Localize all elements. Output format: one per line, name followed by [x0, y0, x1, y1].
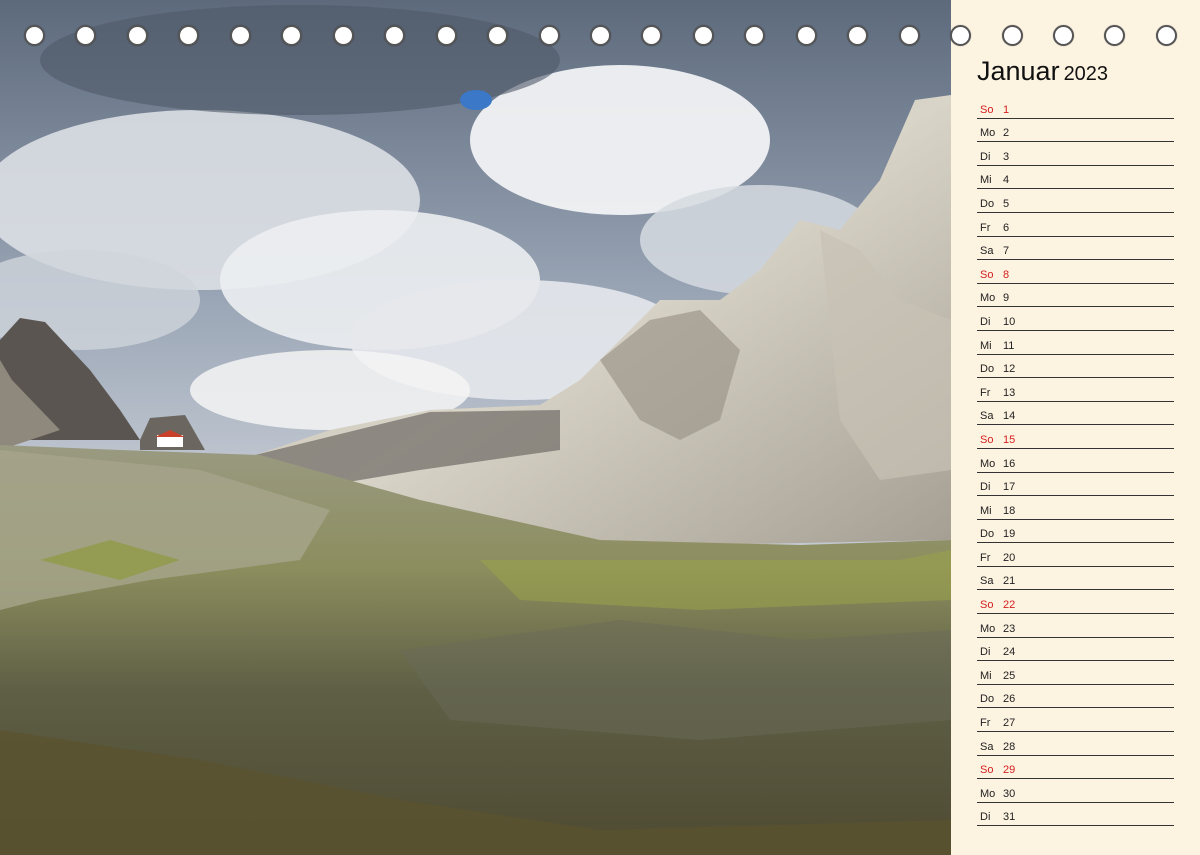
day-number: 16	[1003, 457, 1016, 470]
weekday-label: So	[980, 599, 994, 612]
day-row: Mo 16	[977, 449, 1174, 473]
day-number: 13	[1003, 386, 1016, 399]
day-row: Do 5	[977, 189, 1174, 213]
day-row: Sa 21	[977, 567, 1174, 591]
weekday-label: So	[980, 103, 994, 116]
weekday-label: Mi	[980, 339, 992, 352]
day-row: So 22	[977, 590, 1174, 615]
day-number: 6	[1003, 221, 1010, 234]
day-row: Sa 7	[977, 237, 1174, 261]
weekday-label: Di	[980, 315, 991, 328]
weekday-label: Fr	[980, 386, 991, 399]
day-row: Mi 18	[977, 496, 1174, 520]
weekday-label: So	[980, 433, 994, 446]
day-row: Di 17	[977, 473, 1174, 497]
weekday-label: Mi	[980, 669, 992, 682]
day-number: 26	[1003, 693, 1016, 706]
day-row: Mi 11	[977, 331, 1174, 355]
weekday-label: Do	[980, 197, 995, 210]
weekday-label: Mo	[980, 787, 996, 800]
day-row: Fr 13	[977, 378, 1174, 402]
day-number: 31	[1003, 811, 1016, 824]
day-number: 18	[1003, 504, 1016, 517]
weekday-label: Mo	[980, 457, 996, 470]
weekday-label: Mo	[980, 292, 996, 305]
day-number: 15	[1003, 433, 1016, 446]
day-number: 9	[1003, 292, 1010, 305]
day-row: Di 24	[977, 638, 1174, 662]
day-number: 29	[1003, 764, 1016, 777]
day-number: 20	[1003, 551, 1016, 564]
day-number: 12	[1003, 363, 1016, 376]
day-row: So 1	[977, 95, 1174, 119]
day-number: 5	[1003, 197, 1010, 210]
day-number: 7	[1003, 245, 1010, 258]
day-row: Fr 6	[977, 213, 1174, 237]
day-row: So 15	[977, 425, 1174, 449]
day-number: 30	[1003, 787, 1016, 800]
day-row: Mo 9	[977, 284, 1174, 308]
day-number: 8	[1003, 268, 1010, 281]
day-number: 17	[1003, 481, 1016, 494]
weekday-label: Sa	[980, 245, 994, 258]
day-number: 22	[1003, 599, 1016, 612]
weekday-label: Do	[980, 693, 995, 706]
day-row: Mo 23	[977, 614, 1174, 638]
day-list: So 1 Mo 2 Di 3 Mi 4 Do 5 Fr 6 Sa 7 So 8 Mo 9 Di 10 Mi 11 Do 12 F…	[977, 95, 1174, 827]
year-label: 2023	[1063, 63, 1109, 85]
day-row: Di 31	[977, 803, 1174, 827]
day-number: 14	[1003, 410, 1016, 423]
day-number: 10	[1003, 315, 1016, 328]
weekday-label: So	[980, 268, 994, 281]
weekday-label: Do	[980, 528, 995, 541]
day-number: 24	[1003, 646, 1016, 659]
day-row: Fr 27	[977, 708, 1174, 733]
day-row: Sa 28	[977, 732, 1174, 756]
weekday-label: Di	[980, 150, 991, 163]
weekday-label: Fr	[980, 221, 991, 234]
day-row: Mi 4	[977, 166, 1174, 190]
day-row: Do 12	[977, 355, 1174, 379]
day-number: 11	[1003, 339, 1015, 352]
day-row: So 29	[977, 756, 1174, 780]
month-name: Januar	[977, 56, 1060, 86]
month-title: Januar 2023	[977, 56, 1108, 90]
day-row: Fr 20	[977, 543, 1174, 567]
weekday-label: Mo	[980, 127, 996, 140]
day-row: Do 19	[977, 520, 1174, 544]
weekday-label: Di	[980, 646, 991, 659]
weekday-label: Di	[980, 811, 991, 824]
day-row: So 8	[977, 260, 1174, 284]
day-number: 27	[1003, 717, 1016, 730]
day-number: 3	[1003, 150, 1010, 163]
weekday-label: Fr	[980, 717, 991, 730]
day-row: Sa 14	[977, 402, 1174, 426]
weekday-label: Fr	[980, 551, 991, 564]
calendar-photo	[0, 0, 951, 855]
day-row: Di 3	[977, 142, 1174, 166]
day-number: 25	[1003, 669, 1016, 682]
weekday-label: Mo	[980, 622, 996, 635]
day-number: 2	[1003, 127, 1010, 140]
day-row: Do 26	[977, 685, 1174, 709]
day-number: 19	[1003, 528, 1016, 541]
weekday-label: So	[980, 764, 994, 777]
day-row: Mo 30	[977, 779, 1174, 803]
day-number: 23	[1003, 622, 1016, 635]
day-row: Mi 25	[977, 661, 1174, 685]
weekday-label: Di	[980, 481, 991, 494]
weekday-label: Mi	[980, 504, 992, 517]
day-number: 21	[1003, 575, 1016, 588]
day-number: 1	[1003, 103, 1010, 116]
day-number: 28	[1003, 740, 1016, 753]
day-row: Di 10	[977, 307, 1174, 331]
weekday-label: Do	[980, 363, 995, 376]
day-number: 4	[1003, 174, 1010, 187]
day-row: Mo 2	[977, 119, 1174, 143]
weekday-label: Sa	[980, 740, 994, 753]
weekday-label: Sa	[980, 410, 994, 423]
weekday-label: Mi	[980, 174, 992, 187]
weekday-label: Sa	[980, 575, 994, 588]
